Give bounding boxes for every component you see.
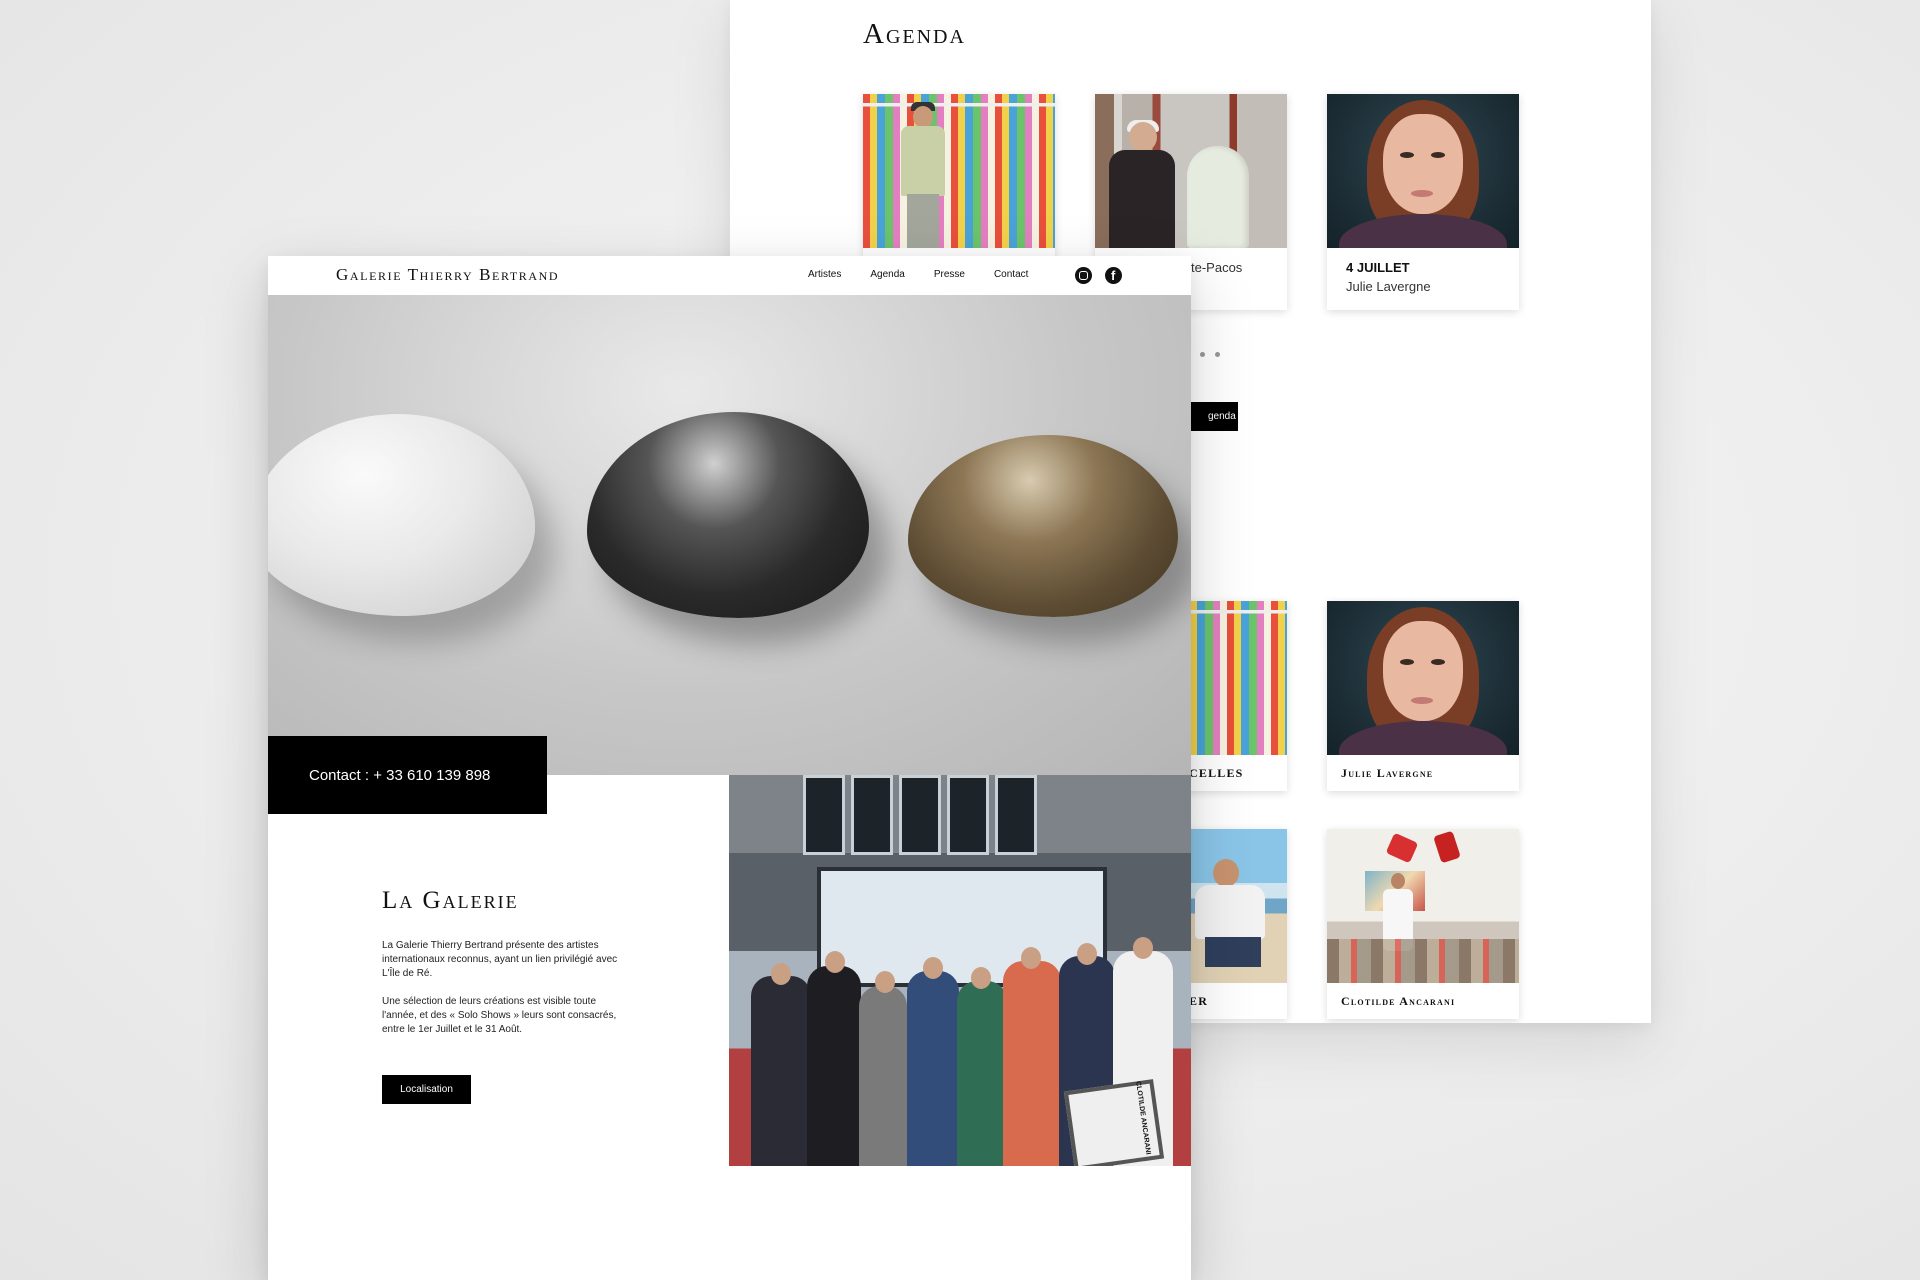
agenda-card-artist: te-Pacos <box>1191 260 1243 275</box>
gallery-opening-photo: CLOTILDE ANCARANI <box>729 775 1191 1166</box>
exhibition-sign-text: CLOTILDE ANCARANI <box>1134 1080 1152 1156</box>
artist-card-name: Julie Lavergne <box>1341 766 1434 780</box>
localisation-button[interactable]: Localisation <box>382 1075 471 1104</box>
brand-logo[interactable]: Galerie Thierry Bertrand <box>336 265 559 285</box>
nav-item-contact[interactable]: Contact <box>994 269 1028 280</box>
gold-stone <box>908 435 1178 617</box>
section-title: La Galerie <box>382 887 519 914</box>
white-stone <box>268 414 535 616</box>
hero-stones-image <box>268 295 1191 775</box>
artist-card-name: CELLES <box>1189 766 1244 780</box>
nav-menu: Artistes Agenda Presse Contact <box>808 269 1028 280</box>
black-stone <box>587 412 869 618</box>
artist-card[interactable]: Clotilde Ancarani <box>1327 829 1519 1019</box>
painter-photo <box>863 94 1055 248</box>
artist-card-name: Clotilde Ancarani <box>1341 994 1456 1008</box>
portrait-photo <box>1327 94 1519 248</box>
home-page: Galerie Thierry Bertrand Artistes Agenda… <box>268 256 1191 1280</box>
portrait-photo <box>1327 601 1519 755</box>
facebook-icon[interactable] <box>1105 267 1122 284</box>
nav-item-agenda[interactable]: Agenda <box>870 269 904 280</box>
exhibition-sign: CLOTILDE ANCARANI <box>1063 1079 1165 1166</box>
artist-card[interactable]: Julie Lavergne <box>1327 601 1519 791</box>
agenda-card-artist: Julie Lavergne <box>1346 279 1431 294</box>
studio-photo <box>1327 829 1519 983</box>
top-navigation: Galerie Thierry Bertrand Artistes Agenda… <box>268 256 1191 295</box>
gallery-paragraph-1: La Galerie Thierry Bertrand présente des… <box>382 940 618 979</box>
nav-item-presse[interactable]: Presse <box>934 269 965 280</box>
social-links <box>1075 267 1122 284</box>
agenda-title: Agenda <box>863 18 966 50</box>
carousel-dot[interactable] <box>1200 352 1205 357</box>
sculptor-photo <box>1095 94 1287 248</box>
nav-item-artistes[interactable]: Artistes <box>808 269 841 280</box>
contact-phone[interactable]: Contact : + 33 610 139 898 <box>268 736 547 814</box>
carousel-dot[interactable] <box>1215 352 1220 357</box>
artist-card-name: ER <box>1189 994 1209 1008</box>
agenda-card-date: 4 JUILLET <box>1346 260 1410 275</box>
gallery-paragraph-2: Une sélection de leurs créations est vis… <box>382 996 617 1035</box>
agenda-card-3[interactable]: 4 JUILLET Julie Lavergne <box>1327 94 1519 310</box>
gallery-description: La Galerie Thierry Bertrand présente des… <box>382 939 632 1037</box>
instagram-icon[interactable] <box>1075 267 1092 284</box>
